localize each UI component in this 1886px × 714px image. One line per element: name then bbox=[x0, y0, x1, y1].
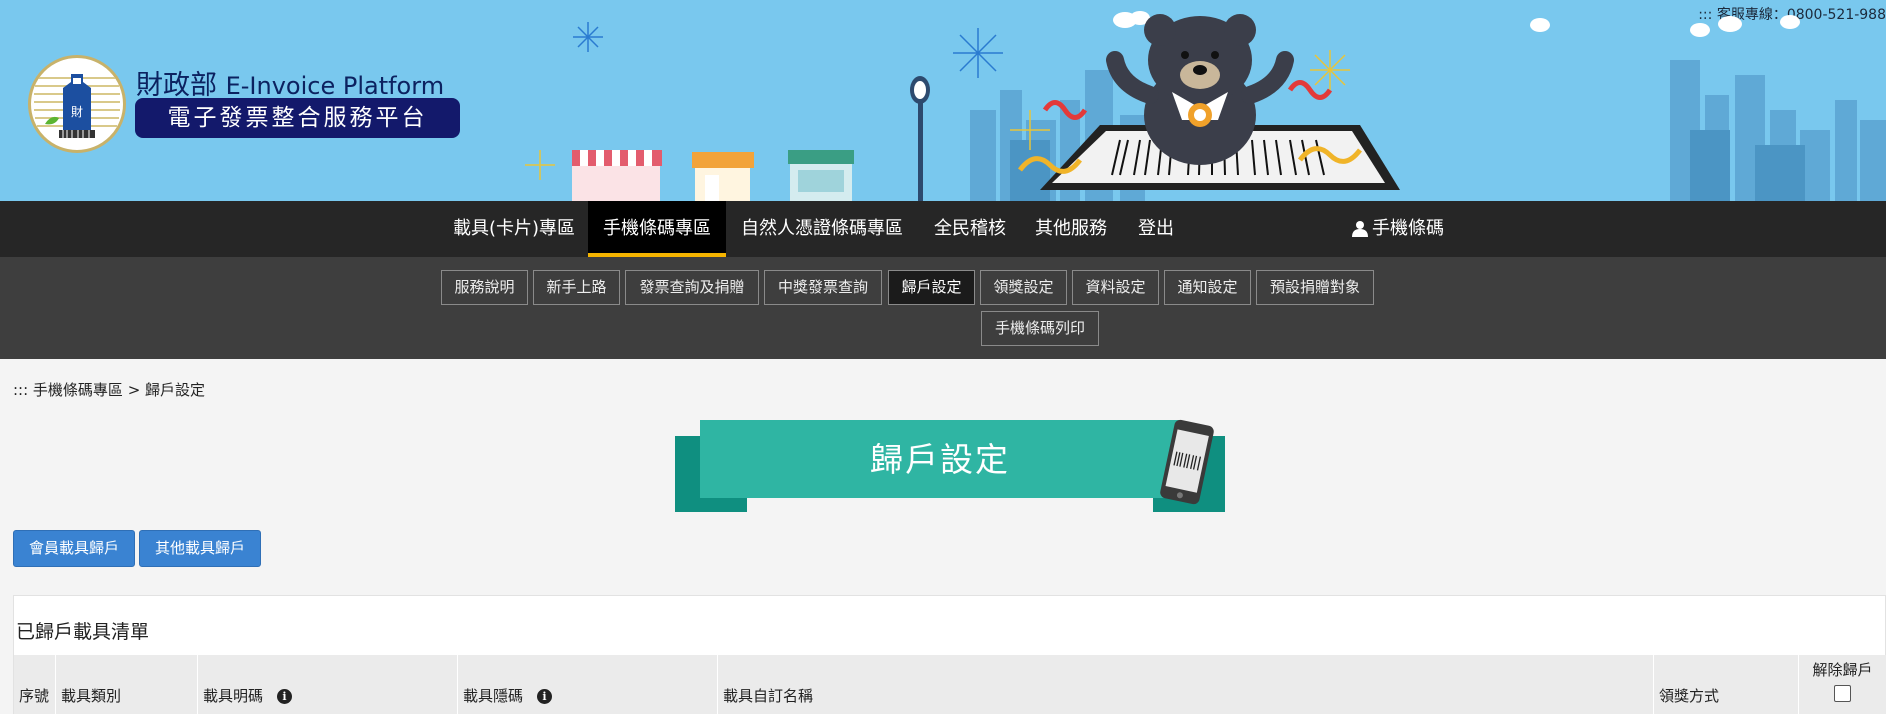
info-icon[interactable]: i bbox=[537, 689, 553, 704]
nav-logout[interactable]: 登出 bbox=[1138, 201, 1174, 257]
subnav-carrier-linking[interactable]: 歸戶設定 bbox=[888, 270, 975, 305]
subnav-winning-invoice-query[interactable]: 中獎發票查詢 bbox=[764, 270, 882, 305]
select-all-unlink-checkbox[interactable] bbox=[1834, 685, 1851, 702]
subnav-default-donation-target[interactable]: 預設捐贈對象 bbox=[1256, 270, 1374, 305]
column-label: 解除歸戶 bbox=[1812, 661, 1873, 679]
member-carrier-link-button[interactable]: 會員載具歸戶 bbox=[13, 530, 135, 567]
page-title-banner: 歸戶設定 bbox=[675, 419, 1225, 512]
banner-illustration bbox=[525, 11, 1886, 201]
subnav-profile-settings[interactable]: 資料設定 bbox=[1072, 270, 1159, 305]
nav-citizen-certificate-zone[interactable]: 自然人憑證條碼專區 bbox=[741, 201, 903, 257]
subnav-barcode-print[interactable]: 手機條碼列印 bbox=[981, 311, 1099, 346]
subnav-service-description[interactable]: 服務說明 bbox=[441, 270, 528, 305]
breadcrumb: ::: 手機條碼專區 > 歸戶設定 bbox=[13, 381, 206, 399]
user-account[interactable]: 手機條碼 bbox=[1352, 201, 1444, 257]
site-title-zh: 財政部 bbox=[136, 70, 217, 101]
column-header-carrier-custom-name: 載具自訂名稱 bbox=[718, 655, 1654, 714]
ministry-emblem-logo[interactable]: 財 bbox=[28, 55, 126, 153]
column-label: 載具明碼 bbox=[203, 687, 264, 705]
page-title: 歸戶設定 bbox=[700, 420, 1180, 498]
column-label: 序號 bbox=[19, 687, 50, 705]
subnav-getting-started[interactable]: 新手上路 bbox=[533, 270, 620, 305]
nav-public-audit[interactable]: 全民稽核 bbox=[934, 201, 1006, 257]
nav-other-services[interactable]: 其他服務 bbox=[1035, 201, 1107, 257]
other-carrier-link-button[interactable]: 其他載具歸戶 bbox=[139, 530, 261, 567]
site-title[interactable]: 財政部 E-Invoice Platform bbox=[136, 63, 444, 102]
site-header: ::: 客服專線：0800-521-988 財 財政部 E-Invoice Pl… bbox=[0, 0, 1886, 201]
info-icon[interactable]: i bbox=[277, 689, 293, 704]
column-header-unlink: 解除歸戶 bbox=[1799, 655, 1886, 714]
column-header-carrier-type: 載具類別 bbox=[56, 655, 198, 714]
site-title-en: E-Invoice Platform bbox=[225, 72, 445, 100]
main-nav: 載具(卡片)專區 手機條碼專區 自然人憑證條碼專區 全民稽核 其他服務 登出 手… bbox=[0, 201, 1886, 257]
svg-text:財: 財 bbox=[71, 104, 83, 119]
subnav-notification-settings[interactable]: 通知設定 bbox=[1164, 270, 1251, 305]
nav-mobile-barcode-zone[interactable]: 手機條碼專區 bbox=[588, 201, 726, 257]
site-subtitle: 電子發票整合服務平台 bbox=[135, 98, 460, 138]
sub-nav: 服務說明 新手上路 發票查詢及捐贈 中獎發票查詢 歸戶設定 領獎設定 資料設定 … bbox=[0, 257, 1886, 359]
column-header-prize-method: 領獎方式 bbox=[1654, 655, 1799, 714]
linked-carrier-panel: 已歸戶載具清單 序號 載具類別 載具明碼 i 載具隱碼 i 載具自訂名稱 領獎方式 … bbox=[13, 595, 1886, 714]
nav-carrier-card-zone[interactable]: 載具(卡片)專區 bbox=[453, 201, 575, 257]
column-label: 領獎方式 bbox=[1659, 687, 1720, 705]
column-label: 載具類別 bbox=[61, 687, 122, 705]
column-label: 載具自訂名稱 bbox=[723, 687, 814, 705]
phone-barcode-icon bbox=[1160, 419, 1214, 505]
user-account-label: 手機條碼 bbox=[1372, 218, 1444, 239]
column-header-carrier-code: 載具明碼 i bbox=[198, 655, 458, 714]
column-label: 載具隱碼 bbox=[463, 687, 524, 705]
column-header-carrier-hidden-code: 載具隱碼 i bbox=[458, 655, 718, 714]
linked-carrier-list-title: 已歸戶載具清單 bbox=[16, 621, 150, 643]
column-header-serial: 序號 bbox=[14, 655, 56, 714]
subnav-prize-settings[interactable]: 領獎設定 bbox=[980, 270, 1067, 305]
user-icon bbox=[1352, 221, 1368, 237]
subnav-invoice-query-donation[interactable]: 發票查詢及捐贈 bbox=[625, 270, 759, 305]
table-header: 序號 載具類別 載具明碼 i 載具隱碼 i 載具自訂名稱 領獎方式 解除歸戶 bbox=[14, 655, 1886, 714]
